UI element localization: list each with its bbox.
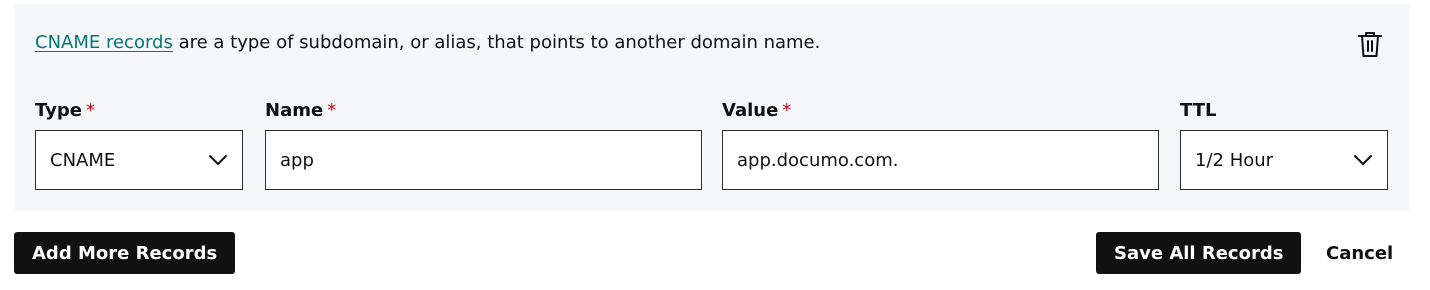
chevron-down-icon — [1353, 154, 1373, 166]
value-label: Value * — [722, 99, 791, 123]
type-label: Type * — [35, 99, 95, 123]
record-panel: CNAME records are a type of subdomain, o… — [14, 4, 1410, 211]
value-field[interactable] — [722, 130, 1159, 190]
delete-record-button[interactable] — [1354, 28, 1386, 60]
value-input[interactable] — [737, 149, 1144, 171]
cname-records-link[interactable]: CNAME records — [35, 32, 173, 53]
value-label-text: Value — [722, 100, 779, 121]
name-required-mark: * — [327, 100, 337, 121]
name-input[interactable] — [280, 149, 687, 171]
ttl-label: TTL — [1180, 99, 1216, 123]
type-label-text: Type — [35, 100, 82, 121]
cancel-button[interactable]: Cancel — [1326, 232, 1393, 274]
ttl-select[interactable]: 1/2 Hour — [1180, 130, 1388, 190]
ttl-label-text: TTL — [1180, 100, 1217, 121]
add-more-records-button[interactable]: Add More Records — [14, 232, 236, 274]
record-info-text: CNAME records are a type of subdomain, o… — [35, 31, 820, 55]
chevron-down-icon — [208, 154, 228, 166]
save-all-records-button[interactable]: Save All Records — [1096, 232, 1302, 274]
name-label-text: Name — [265, 100, 324, 121]
record-info-description: are a type of subdomain, or alias, that … — [172, 32, 821, 53]
value-required-mark: * — [782, 100, 792, 121]
name-field[interactable] — [265, 130, 702, 190]
trash-icon — [1358, 32, 1382, 57]
ttl-select-value: 1/2 Hour — [1195, 149, 1274, 171]
type-required-mark: * — [85, 100, 95, 121]
name-label: Name * — [265, 99, 336, 123]
type-select[interactable]: CNAME — [35, 130, 243, 190]
type-select-value: CNAME — [50, 149, 116, 171]
